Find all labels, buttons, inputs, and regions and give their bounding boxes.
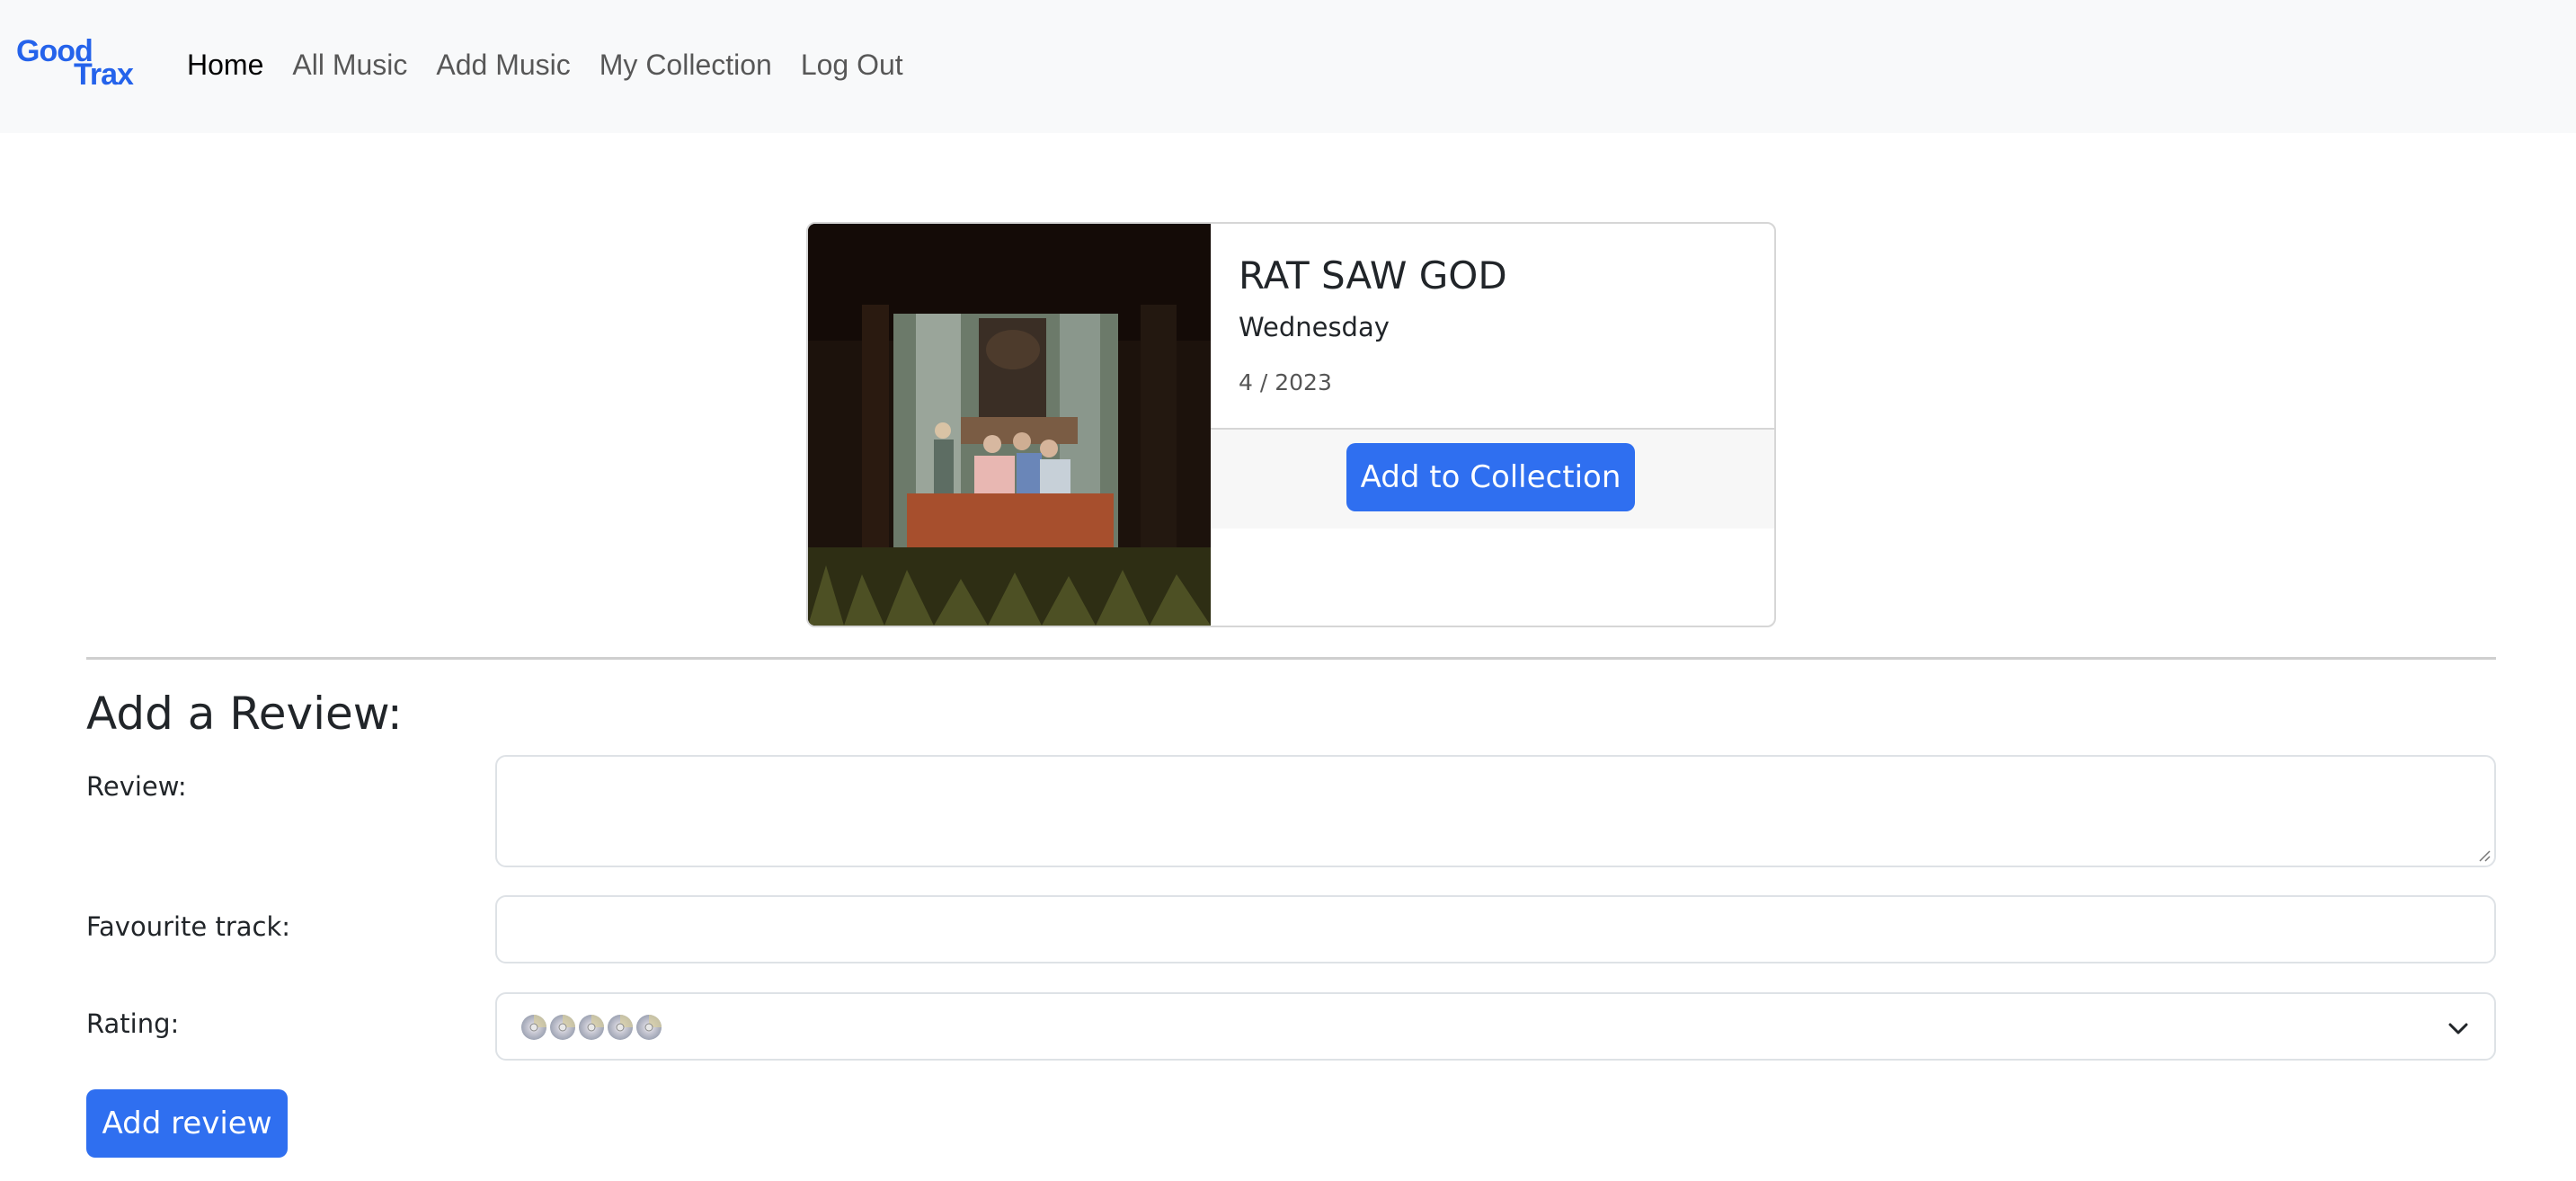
- review-textarea[interactable]: [495, 755, 2496, 867]
- album-title: RAT SAW GOD: [1239, 253, 1507, 297]
- nav-log-out[interactable]: Log Out: [801, 45, 903, 84]
- cd-disc-icon: [550, 1015, 575, 1040]
- cd-disc-icon: [608, 1015, 633, 1040]
- chevron-down-icon: [2448, 1023, 2468, 1034]
- favourite-track-label: Favourite track:: [86, 911, 291, 942]
- nav-home[interactable]: Home: [187, 45, 263, 84]
- album-cover-image: [808, 224, 1211, 626]
- brand-logo[interactable]: Good Trax: [16, 36, 147, 92]
- cd-disc-icon: [636, 1015, 662, 1040]
- nav-links: Home All Music Add Music My Collection L…: [187, 45, 932, 84]
- nav-my-collection[interactable]: My Collection: [600, 45, 772, 84]
- rating-select[interactable]: [495, 992, 2496, 1061]
- album-card-footer: Add to Collection: [1211, 428, 1774, 528]
- nav-add-music[interactable]: Add Music: [436, 45, 570, 84]
- favourite-track-input[interactable]: [495, 895, 2496, 963]
- resize-grip-icon[interactable]: [2476, 848, 2491, 862]
- rating-label: Rating:: [86, 1008, 180, 1039]
- album-release-date: 4 / 2023: [1239, 369, 1332, 395]
- cd-disc-icon: [521, 1015, 546, 1040]
- nav-all-music[interactable]: All Music: [292, 45, 407, 84]
- brand-logo-line2: Trax: [74, 58, 134, 92]
- album-details: RAT SAW GOD Wednesday 4 / 2023: [1211, 224, 1774, 428]
- review-form-heading: Add a Review:: [86, 688, 403, 740]
- album-card: RAT SAW GOD Wednesday 4 / 2023 Add to Co…: [806, 222, 1776, 627]
- add-to-collection-button[interactable]: Add to Collection: [1346, 443, 1635, 511]
- review-label: Review:: [86, 771, 187, 802]
- section-divider: [86, 657, 2496, 660]
- navbar: Good Trax Home All Music Add Music My Co…: [0, 0, 2576, 133]
- rating-selected-value: [520, 1014, 664, 1041]
- album-artist: Wednesday: [1239, 312, 1390, 342]
- cd-disc-icon: [579, 1015, 604, 1040]
- add-review-button[interactable]: Add review: [86, 1089, 288, 1158]
